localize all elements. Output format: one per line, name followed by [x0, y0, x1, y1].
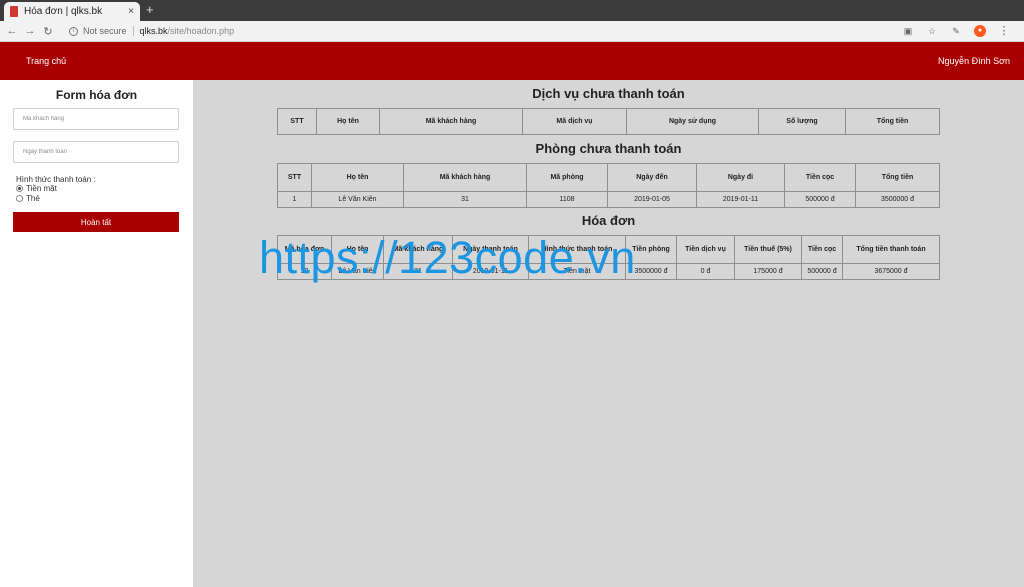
browser-tabstrip: Hóa đơn | qlks.bk × +	[0, 0, 1024, 21]
info-icon[interactable]: i	[69, 26, 78, 36]
radio-card[interactable]	[16, 195, 23, 202]
column-header: Số lượng	[758, 108, 846, 135]
payment-option-cash[interactable]: Tiền mặt	[16, 184, 57, 193]
radio-cash[interactable]	[16, 185, 23, 192]
column-header: Tiền cọc	[801, 235, 843, 264]
option-card-label: Thẻ	[26, 194, 40, 203]
table-cell: 175000 đ	[734, 263, 802, 280]
url-host[interactable]: qlks.bk	[140, 26, 168, 36]
watermark-text: https://123code.vn	[259, 232, 636, 283]
invoices-title: Hóa đơn	[581, 213, 636, 228]
complete-button[interactable]: Hoàn tất	[13, 212, 179, 232]
translate-icon[interactable]: ▣	[902, 25, 914, 37]
not-secure-label[interactable]: Not secure	[83, 26, 127, 36]
table-row[interactable]: 1 Lê Văn Kiên 31 1108 2019-01-05 2019-01…	[277, 191, 940, 208]
column-header: STT	[277, 163, 312, 192]
url-path[interactable]: /site/hoadon.php	[168, 26, 235, 36]
column-header: Tiền dịch vụ	[676, 235, 735, 264]
column-header: Mã khách hàng	[379, 108, 523, 135]
tab-title: Hóa đơn | qlks.bk	[24, 6, 103, 17]
table-header-row: STT Họ tên Mã khách hàng Mã phòng Ngày đ…	[277, 163, 940, 192]
new-tab-button[interactable]: +	[146, 2, 154, 17]
option-cash-label: Tiền mặt	[26, 184, 57, 193]
nav-user-name[interactable]: Nguyễn Đình Sơn	[938, 56, 1010, 66]
column-header: Mã dịch vụ	[522, 108, 627, 135]
column-header: Ngày đi	[696, 163, 785, 192]
table-cell: 1108	[526, 191, 608, 208]
payment-option-card[interactable]: Thẻ	[16, 194, 40, 203]
column-header: Tổng tiền	[845, 108, 940, 135]
column-header: Ngày đến	[607, 163, 697, 192]
address-divider	[132, 26, 134, 36]
table-cell: 3500000 đ	[855, 191, 940, 208]
site-navbar: Trang chủ Nguyễn Đình Sơn	[0, 42, 1024, 80]
column-header: Tổng tiền	[855, 163, 940, 192]
unpaid-rooms-table: STT Họ tên Mã khách hàng Mã phòng Ngày đ…	[277, 163, 940, 208]
table-cell: 1	[277, 191, 312, 208]
customer-id-input[interactable]	[13, 108, 179, 130]
forward-arrow-icon[interactable]: →	[21, 25, 39, 37]
column-header: Mã khách hàng	[403, 163, 527, 192]
brave-lion-icon[interactable]: ●	[974, 25, 986, 37]
nav-home-link[interactable]: Trang chủ	[26, 56, 66, 66]
column-header: Ngày sử dụng	[626, 108, 759, 135]
table-cell: 3675000 đ	[842, 263, 940, 280]
browser-tab[interactable]: Hóa đơn | qlks.bk ×	[4, 2, 140, 21]
back-arrow-icon[interactable]: ←	[3, 25, 21, 37]
column-header: Họ tên	[316, 108, 380, 135]
close-tab-icon[interactable]: ×	[128, 6, 134, 17]
unpaid-rooms-title: Phòng chưa thanh toán	[535, 141, 682, 156]
table-header-row: STT Họ tên Mã khách hàng Mã dịch vụ Ngày…	[277, 108, 940, 135]
toolbar-extensions: ▣ ☆ ✎ ● ⋮	[902, 25, 1010, 37]
site-favicon-icon	[10, 6, 18, 17]
unpaid-services-table: STT Họ tên Mã khách hàng Mã dịch vụ Ngày…	[277, 108, 940, 135]
payment-method-label: Hình thức thanh toán :	[16, 175, 96, 184]
column-header: Tiền cọc	[784, 163, 856, 192]
table-cell: 2019-01-05	[607, 191, 697, 208]
payment-date-input[interactable]	[13, 141, 179, 163]
table-cell: 500000 đ	[784, 191, 856, 208]
table-cell: 31	[403, 191, 527, 208]
table-cell: 2019-01-11	[696, 191, 785, 208]
table-cell: 0 đ	[676, 263, 735, 280]
column-header: Mã phòng	[526, 163, 608, 192]
form-title: Form hóa đơn	[55, 88, 138, 102]
table-cell: Lê Văn Kiên	[311, 191, 404, 208]
column-header: STT	[277, 108, 317, 135]
browser-toolbar: ← → ↻ i Not secure qlks.bk/site/hoadon.p…	[0, 21, 1024, 42]
column-header: Tổng tiền thanh toán	[842, 235, 940, 264]
invoice-form-panel: Form hóa đơn Hình thức thanh toán : Tiền…	[0, 80, 193, 587]
extension-pen-icon[interactable]: ✎	[950, 25, 962, 37]
reload-icon[interactable]: ↻	[39, 25, 57, 38]
table-cell: 500000 đ	[801, 263, 843, 280]
bookmark-star-icon[interactable]: ☆	[926, 25, 938, 37]
main-content: Dịch vụ chưa thanh toán STT Họ tên Mã kh…	[193, 80, 1024, 587]
menu-dots-icon[interactable]: ⋮	[998, 25, 1010, 37]
column-header: Tiền thuế (5%)	[734, 235, 802, 264]
column-header: Họ tên	[311, 163, 404, 192]
unpaid-services-title: Dịch vụ chưa thanh toán	[532, 86, 685, 101]
